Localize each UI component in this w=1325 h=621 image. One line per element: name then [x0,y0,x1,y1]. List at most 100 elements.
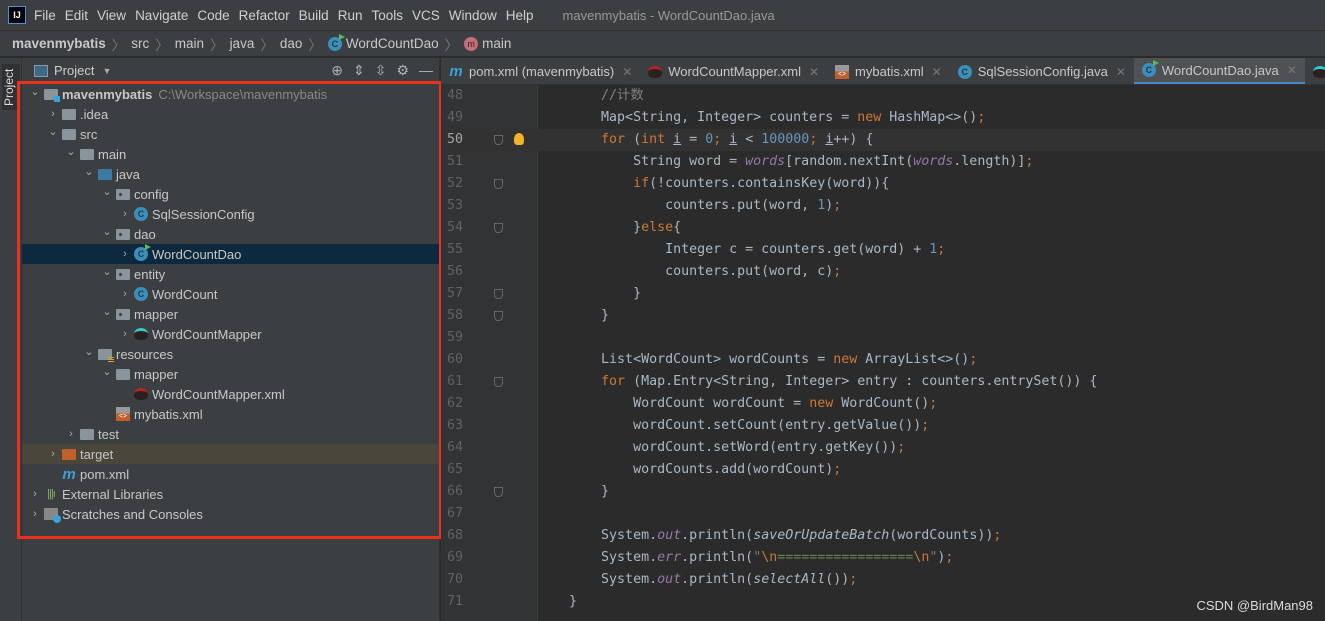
fold-marker-icon[interactable] [494,377,503,387]
gear-icon[interactable]: ⚙ [396,62,409,79]
chevron-down-icon[interactable]: ⌄ [80,165,98,178]
code-line[interactable]: 71 } [441,591,1325,613]
tree-item[interactable]: › .idea [22,104,440,124]
locate-icon[interactable]: ⊕ [331,62,343,79]
project-tool-tab[interactable]: Project [2,64,20,110]
fold-marker-icon[interactable] [494,223,503,233]
close-icon[interactable]: ✕ [622,65,632,79]
menu-vcs[interactable]: VCS [412,8,440,23]
menu-code[interactable]: Code [197,8,229,23]
fold-marker-icon[interactable] [494,135,503,145]
tree-item[interactable]: › target [22,444,440,464]
chevron-right-icon[interactable]: › [26,508,44,520]
menu-help[interactable]: Help [506,8,534,23]
close-icon[interactable]: ✕ [809,65,819,79]
tree-item[interactable]: ⌄ resources [22,344,440,364]
menu-file[interactable]: File [34,8,56,23]
menu-navigate[interactable]: Navigate [135,8,188,23]
code-line[interactable]: 55 Integer c = counters.get(word) + 1; [441,239,1325,261]
fold-marker-icon[interactable] [494,311,503,321]
menu-tools[interactable]: Tools [371,8,403,23]
breadcrumb-item[interactable]: src [131,36,149,51]
breadcrumb-item[interactable]: main [482,36,511,51]
tree-item[interactable]: › Scratches and Consoles [22,504,440,524]
close-icon[interactable]: ✕ [1287,63,1297,77]
hide-icon[interactable]: — [419,62,433,79]
menu-window[interactable]: Window [449,8,497,23]
tab-overflow[interactable] [1305,58,1325,84]
chevron-down-icon[interactable]: ⌄ [98,185,116,198]
tree-item[interactable]: › WordCountMapper [22,324,440,344]
tree-item[interactable]: ⌄ java [22,164,440,184]
tree-item[interactable]: › test [22,424,440,444]
tab-sqlsessionconfig-java[interactable]: C SqlSessionConfig.java ✕ [950,58,1134,84]
tree-item[interactable]: ⌄ dao [22,224,440,244]
menu-view[interactable]: View [97,8,126,23]
chevron-right-icon[interactable]: › [44,108,62,120]
menu-build[interactable]: Build [299,8,329,23]
project-view-selector[interactable]: Project [54,63,94,78]
tree-item[interactable]: › C WordCount [22,284,440,304]
tree-item[interactable]: WordCountMapper.xml [22,384,440,404]
code-line[interactable]: 63 wordCount.setCount(entry.getValue()); [441,415,1325,437]
menu-refactor[interactable]: Refactor [239,8,290,23]
chevron-down-icon[interactable]: ⌄ [44,125,62,138]
code-line[interactable]: 50 for (int i = 0; i < 100000; i++) { [441,129,1325,151]
code-line[interactable]: 49 Map<String, Integer> counters = new H… [441,107,1325,129]
code-line[interactable]: 53 counters.put(word, 1); [441,195,1325,217]
fold-marker-icon[interactable] [494,289,503,299]
chevron-down-icon[interactable]: ⌄ [62,145,80,158]
chevron-right-icon[interactable]: › [26,488,44,500]
code-line[interactable]: 68 System.out.println(saveOrUpdateBatch(… [441,525,1325,547]
breadcrumb-item[interactable]: mavenmybatis [12,36,106,51]
code-line[interactable]: 65 wordCounts.add(wordCount); [441,459,1325,481]
chevron-right-icon[interactable]: › [116,208,134,220]
code-line[interactable]: 59 [441,327,1325,349]
tab-wordcountdao-java[interactable]: C WordCountDao.java ✕ [1133,58,1305,84]
tree-item[interactable]: ⌄ config [22,184,440,204]
code-line[interactable]: 52 if(!counters.containsKey(word)){ [441,173,1325,195]
code-line[interactable]: 61 for (Map.Entry<String, Integer> entry… [441,371,1325,393]
tree-item[interactable]: ⌄ entity [22,264,440,284]
tab-pom-xml-mavenmybatis-[interactable]: m pom.xml (mavenmybatis) ✕ [441,58,640,84]
fold-marker-icon[interactable] [494,179,503,189]
chevron-right-icon[interactable]: › [116,328,134,340]
close-icon[interactable]: ✕ [1116,65,1126,79]
chevron-down-icon[interactable]: ⌄ [98,265,116,278]
code-line[interactable]: 70 System.out.println(selectAll()); [441,569,1325,591]
code-line[interactable]: 48 //计数 [441,85,1325,107]
chevron-down-icon[interactable]: ⌄ [26,85,44,98]
tab-mybatis-xml[interactable]: <> mybatis.xml ✕ [827,58,950,84]
chevron-down-icon[interactable]: ⌄ [98,365,116,378]
breadcrumb-item[interactable]: main [175,36,204,51]
code-line[interactable]: 60 List<WordCount> wordCounts = new Arra… [441,349,1325,371]
tree-item[interactable]: ⌄ mavenmybatis C:\Workspace\mavenmybatis [22,84,440,104]
chevron-right-icon[interactable]: › [62,428,80,440]
code-line[interactable]: 66 } [441,481,1325,503]
tree-item[interactable]: <> mybatis.xml [22,404,440,424]
chevron-right-icon[interactable]: › [116,248,134,260]
chevron-right-icon[interactable]: › [116,288,134,300]
chevron-down-icon[interactable]: ⌄ [80,345,98,358]
tree-item[interactable]: › C SqlSessionConfig [22,204,440,224]
code-line[interactable]: 67 [441,503,1325,525]
code-line[interactable]: 58 } [441,305,1325,327]
breadcrumb-item[interactable]: dao [280,36,303,51]
menu-run[interactable]: Run [338,8,363,23]
tree-item[interactable]: ⌄ main [22,144,440,164]
code-line[interactable]: 64 wordCount.setWord(entry.getKey()); [441,437,1325,459]
chevron-down-icon[interactable]: ▼ [102,66,111,76]
tree-item[interactable]: ⌄ mapper [22,364,440,384]
code-line[interactable]: 62 WordCount wordCount = new WordCount()… [441,393,1325,415]
menu-edit[interactable]: Edit [65,8,88,23]
collapse-all-icon[interactable]: ⇳ [375,62,387,79]
chevron-right-icon[interactable]: › [44,448,62,460]
chevron-down-icon[interactable]: ⌄ [98,225,116,238]
lightbulb-icon[interactable] [514,133,524,145]
close-icon[interactable]: ✕ [932,65,942,79]
tree-item[interactable]: m pom.xml [22,464,440,484]
tree-item[interactable]: › C WordCountDao [22,244,440,264]
fold-marker-icon[interactable] [494,487,503,497]
code-editor[interactable]: 48 //计数 49 Map<String, Integer> counters … [441,85,1325,621]
code-line[interactable]: 57 } [441,283,1325,305]
